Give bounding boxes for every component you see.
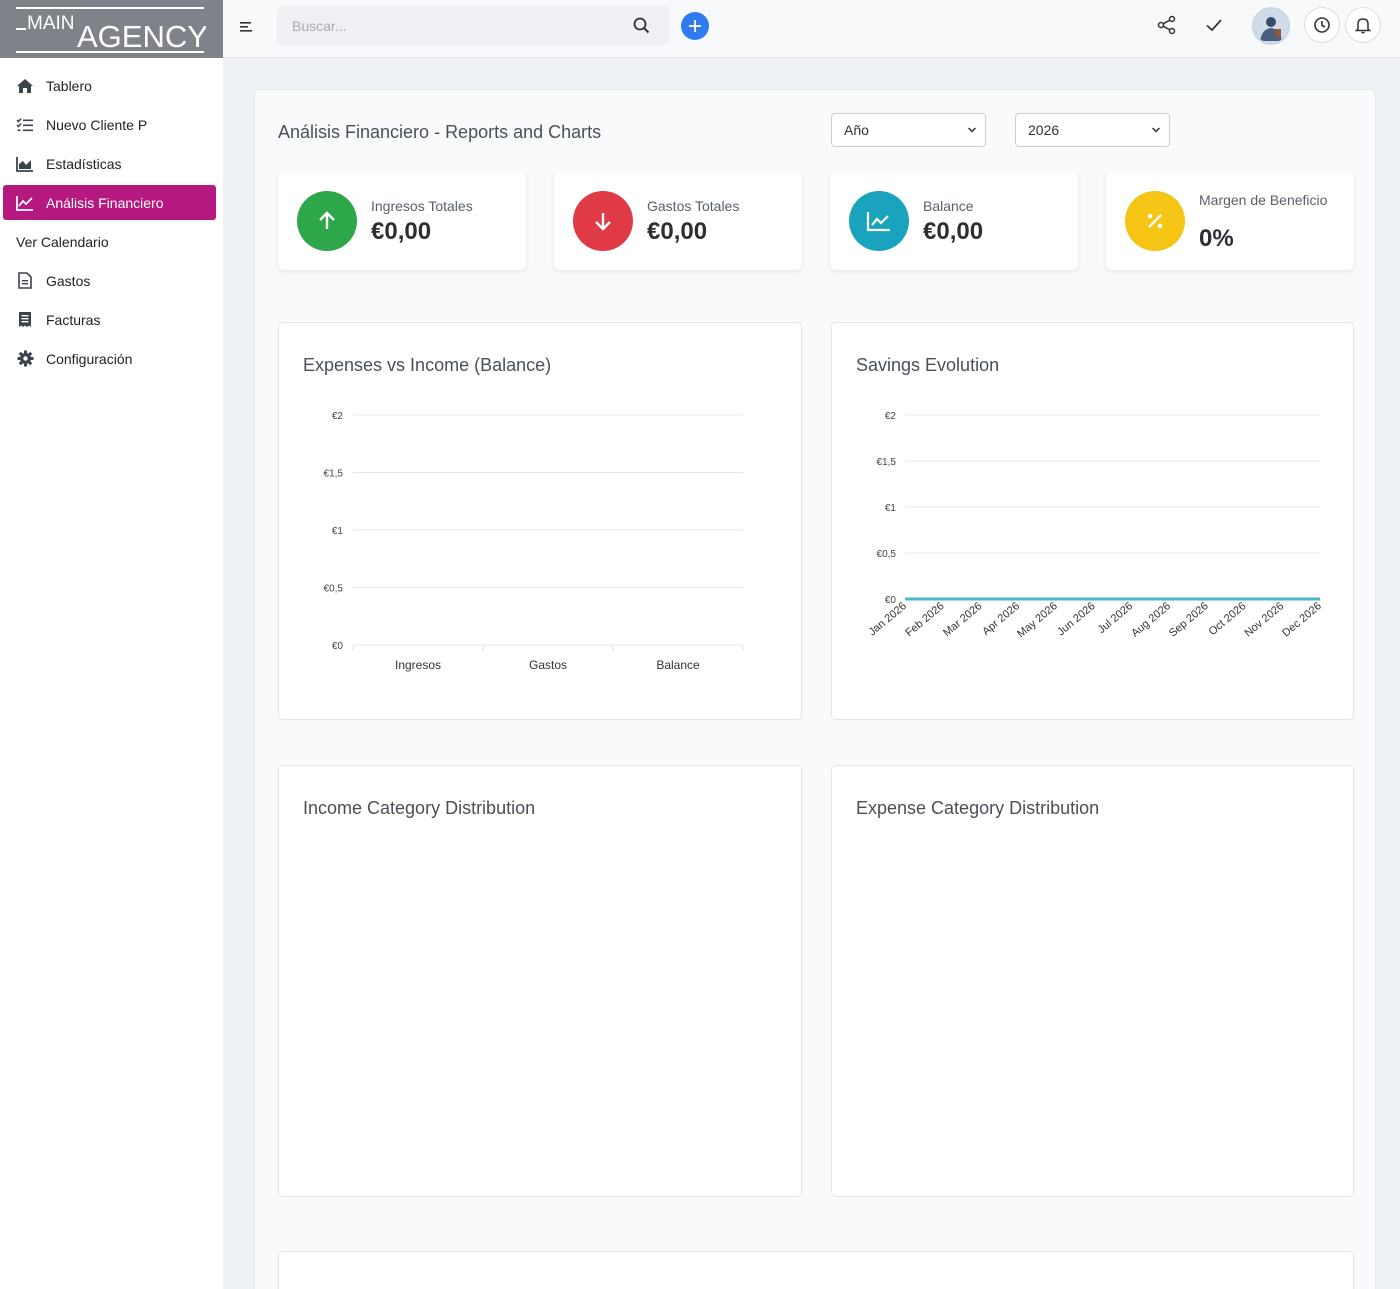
stat-card-gastos: Gastos Totales €0,00 bbox=[554, 172, 802, 270]
x-tick-label: Feb 2026 bbox=[903, 600, 946, 639]
period-select-value: Año bbox=[844, 122, 869, 138]
page-title: Análisis Financiero - Reports and Charts bbox=[278, 122, 602, 142]
x-tick-label: Jun 2026 bbox=[1055, 600, 1097, 638]
search-icon[interactable] bbox=[633, 17, 650, 39]
x-tick-label: Mar 2026 bbox=[941, 600, 984, 639]
sidebar-item-label: Ver Calendario bbox=[16, 233, 109, 250]
svg-text:AGENCY: AGENCY bbox=[77, 19, 206, 54]
arrow-up-icon bbox=[297, 191, 357, 251]
bell-icon bbox=[1354, 18, 1372, 34]
gear-icon bbox=[16, 350, 34, 368]
sidebar-item-facturas[interactable]: Facturas bbox=[3, 302, 216, 337]
x-tick-label: Gastos bbox=[529, 658, 567, 672]
balance-bar-chart: €0 €0,5 €1 €1,5 €2 Ingresos Gastos Balance bbox=[324, 411, 744, 672]
y-tick-label: €0,5 bbox=[324, 584, 344, 595]
sidebar-item-label: Análisis Financiero bbox=[46, 194, 164, 211]
svg-text:MAIN: MAIN bbox=[27, 13, 75, 34]
panel-title: Expense Category Distribution bbox=[856, 798, 1100, 818]
stat-value: €0,00 bbox=[647, 218, 708, 245]
x-tick-label: Aug 2026 bbox=[1129, 600, 1173, 639]
panel-title: Income Category Distribution bbox=[303, 798, 536, 818]
main-content-card: Análisis Financiero - Reports and Charts… bbox=[254, 89, 1376, 1289]
x-tick-label: May 2026 bbox=[1015, 600, 1060, 640]
sidebar: MAIN AGENCY Tablero Nuevo Cliente P Esta… bbox=[0, 0, 223, 1289]
x-tick-label: Sep 2026 bbox=[1167, 600, 1211, 639]
logo[interactable]: MAIN AGENCY bbox=[0, 0, 223, 58]
chevron-down-icon bbox=[967, 127, 977, 133]
savings-line-chart: €0€0,5€1€1,5€2Jan 2026Feb 2026Mar 2026Ap… bbox=[867, 411, 1324, 640]
x-tick-label: Nov 2026 bbox=[1242, 600, 1286, 639]
document-icon bbox=[16, 272, 34, 290]
share-icon[interactable] bbox=[1156, 14, 1178, 36]
sidebar-nav: Tablero Nuevo Cliente P Estadísticas Aná… bbox=[0, 58, 223, 376]
stat-value: €0,00 bbox=[923, 218, 984, 245]
percent-icon bbox=[1125, 191, 1185, 251]
sidebar-item-tablero[interactable]: Tablero bbox=[3, 68, 216, 103]
arrow-down-icon bbox=[573, 191, 633, 251]
stat-value: 0% bbox=[1199, 225, 1234, 252]
checklist-icon bbox=[16, 116, 34, 134]
expense-distribution-panel: Expense Category Distribution bbox=[831, 765, 1354, 1197]
menu-toggle-icon[interactable] bbox=[240, 20, 254, 34]
x-tick-label: Dec 2026 bbox=[1280, 600, 1324, 639]
clock-icon bbox=[1314, 17, 1330, 33]
sidebar-item-ver-calendario[interactable]: Ver Calendario bbox=[3, 224, 216, 259]
line-chart-icon bbox=[16, 194, 34, 212]
chevron-down-icon bbox=[1151, 127, 1161, 133]
y-tick-label: €1 bbox=[885, 503, 897, 514]
check-icon[interactable] bbox=[1203, 14, 1225, 36]
area-chart-icon bbox=[16, 155, 34, 173]
savings-chart-panel: Savings Evolution €0 €0,5 €1 €1,5 €2 Jan 2026… bbox=[831, 322, 1354, 720]
stat-card-margen: Margen de Beneficio 0% bbox=[1106, 172, 1354, 270]
sidebar-item-analisis-financiero[interactable]: Análisis Financiero bbox=[3, 185, 216, 220]
sidebar-item-estadisticas[interactable]: Estadísticas bbox=[3, 146, 216, 181]
stat-value: €0,00 bbox=[371, 218, 432, 245]
sidebar-item-gastos[interactable]: Gastos bbox=[3, 263, 216, 298]
sidebar-item-label: Facturas bbox=[46, 311, 101, 328]
main-agency-logo: MAIN AGENCY bbox=[16, 7, 206, 54]
y-tick-label: €1,5 bbox=[324, 469, 344, 480]
balance-chart-panel: Expenses vs Income (Balance) €0 €0,5 €1 €1,… bbox=[278, 322, 802, 720]
all-entries-panel bbox=[278, 1251, 1354, 1289]
x-tick-label: Ingresos bbox=[395, 658, 441, 672]
sidebar-item-label: Configuración bbox=[46, 350, 133, 367]
stat-label: Ingresos Totales bbox=[371, 198, 473, 214]
search-bar bbox=[277, 6, 670, 45]
history-button[interactable] bbox=[1304, 7, 1340, 43]
y-tick-label: €2 bbox=[332, 411, 344, 422]
income-distribution-panel: Income Category Distribution bbox=[278, 765, 802, 1197]
sidebar-item-label: Estadísticas bbox=[46, 155, 122, 172]
home-icon bbox=[16, 77, 34, 95]
y-tick-label: €0,5 bbox=[877, 549, 897, 560]
year-select[interactable]: 2026 bbox=[1015, 113, 1170, 147]
stat-label: Margen de Beneficio bbox=[1199, 192, 1328, 208]
stat-card-ingresos: Ingresos Totales €0,00 bbox=[278, 172, 526, 270]
stat-label: Gastos Totales bbox=[647, 198, 740, 214]
avatar[interactable] bbox=[1252, 7, 1290, 45]
topbar bbox=[223, 0, 1400, 58]
x-tick-label: Balance bbox=[656, 658, 700, 672]
x-tick-label: Oct 2026 bbox=[1207, 600, 1249, 638]
y-tick-label: €1,5 bbox=[877, 457, 897, 468]
add-button[interactable] bbox=[681, 12, 709, 40]
sidebar-item-label: Nuevo Cliente P bbox=[46, 116, 148, 133]
y-tick-label: €1 bbox=[332, 526, 344, 537]
sidebar-item-label: Gastos bbox=[46, 272, 91, 289]
y-tick-label: €0 bbox=[332, 641, 344, 652]
plus-icon bbox=[689, 20, 701, 32]
trend-icon bbox=[849, 191, 909, 251]
search-input[interactable] bbox=[292, 17, 612, 34]
sidebar-item-configuracion[interactable]: Configuración bbox=[3, 341, 216, 376]
stat-label: Balance bbox=[923, 198, 974, 214]
stat-card-balance: Balance €0,00 bbox=[830, 172, 1078, 270]
sidebar-item-label: Tablero bbox=[46, 77, 92, 94]
sidebar-item-nuevo-cliente[interactable]: Nuevo Cliente P bbox=[3, 107, 216, 142]
notifications-button[interactable] bbox=[1345, 7, 1381, 43]
receipt-icon bbox=[16, 311, 34, 329]
y-tick-label: €2 bbox=[885, 411, 897, 422]
year-select-value: 2026 bbox=[1028, 122, 1060, 138]
period-select[interactable]: Año bbox=[831, 113, 986, 147]
